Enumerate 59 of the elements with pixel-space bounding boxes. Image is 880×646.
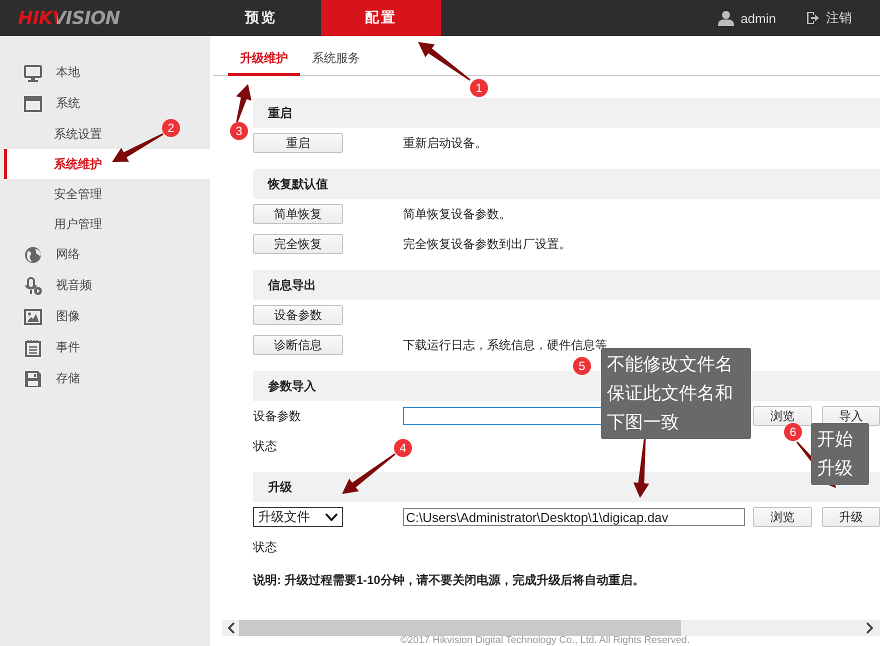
monitor-icon	[24, 64, 42, 82]
arrow	[112, 133, 164, 162]
window-icon	[24, 94, 42, 112]
sidebar-subitem[interactable]: 用户管理	[54, 216, 102, 232]
description: 简单恢复设备参数。	[403, 206, 511, 222]
tab[interactable]: 系统服务	[300, 50, 372, 76]
action-button[interactable]: 完全恢复	[253, 234, 343, 254]
section-title: 恢复默认值	[268, 176, 328, 192]
username: admin	[740, 10, 776, 26]
section-title: 升级	[268, 478, 292, 496]
sidebar-item[interactable]: 网络	[56, 246, 80, 263]
user-icon	[718, 10, 734, 26]
section-title: 重启	[268, 104, 292, 122]
section-title: 信息导出	[268, 276, 316, 294]
sidebar-subitem[interactable]: 系统设置	[54, 126, 102, 142]
action-button[interactable]: 升级	[822, 507, 880, 527]
action-button[interactable]: 重启	[253, 133, 343, 153]
sidebar-subitem[interactable]: 系统维护	[54, 156, 102, 172]
description: 完全恢复设备参数到出厂设置。	[403, 236, 571, 252]
sidebar-item[interactable]: 本地	[56, 64, 80, 81]
sidebar-subitem[interactable]: 安全管理	[54, 186, 102, 202]
arrow	[342, 453, 396, 494]
browse-button[interactable]: 浏览	[753, 406, 812, 426]
horizontal-scrollbar[interactable]	[222, 620, 880, 636]
arrow	[236, 84, 252, 122]
browse-button[interactable]: 浏览	[753, 507, 812, 527]
nav-tab[interactable]: 预览	[201, 0, 321, 36]
dropdown[interactable]: 升级文件	[253, 507, 343, 527]
action-button[interactable]: 简单恢复	[253, 204, 343, 224]
globe-icon	[24, 246, 42, 264]
note-text: 说明: 升级过程需要1-10分钟，请不要关闭电源，完成升级后将自动重启。	[253, 572, 644, 588]
copyright: ©2017 Hikvision Digital Technology Co., Ltd. All Rights Reserved.	[399, 636, 691, 646]
arrow	[633, 436, 650, 498]
section-title: 参数导入	[268, 378, 316, 394]
tab[interactable]: 升级维护	[228, 50, 300, 76]
field-label: 设备参数	[253, 408, 302, 424]
callout-tooltip: 不能修改文件名保证此文件名和下图一致	[601, 348, 751, 439]
sidebar-item[interactable]: 视音频	[56, 277, 92, 294]
scroll-left-icon[interactable]	[228, 622, 236, 634]
status-label: 状态	[253, 538, 277, 556]
nav-tab[interactable]: 配置	[321, 0, 441, 36]
image-icon	[24, 308, 42, 326]
sidebar-item[interactable]: 存储	[56, 370, 80, 387]
chevron-down-icon	[325, 513, 338, 521]
sidebar-item[interactable]: 事件	[56, 339, 80, 356]
logout-link[interactable]: 注销	[826, 9, 852, 27]
notepad-icon	[24, 338, 42, 356]
sidebar-item[interactable]: 系统	[56, 95, 80, 112]
sidebar-item[interactable]: 图像	[56, 308, 80, 325]
microphone-icon	[24, 276, 42, 294]
action-button[interactable]: 设备参数	[253, 305, 343, 325]
action-button[interactable]: 诊断信息	[253, 335, 343, 355]
callout-tooltip: 开始升级	[811, 423, 869, 485]
scroll-right-icon[interactable]	[865, 622, 873, 634]
arrow	[418, 42, 470, 81]
logout-icon	[806, 11, 819, 25]
status-label: 状态	[253, 438, 277, 454]
description: 重新启动设备。	[403, 134, 487, 152]
file-path-field[interactable]: C:\Users\Administrator\Desktop\1\digicap.dav	[403, 508, 745, 526]
